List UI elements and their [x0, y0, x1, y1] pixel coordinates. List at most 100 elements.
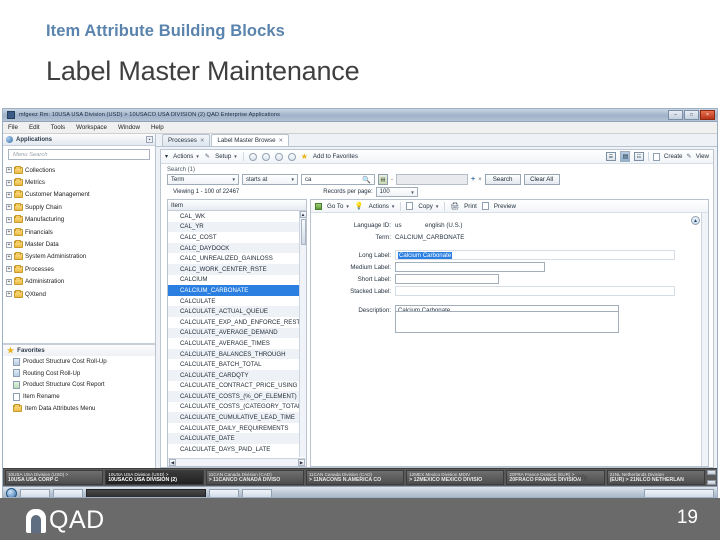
nav-last-button[interactable] [287, 152, 296, 161]
table-row[interactable]: CALC_WORK_CENTER_RSTE [168, 263, 306, 275]
expander-icon[interactable]: + [6, 216, 12, 223]
table-row[interactable]: CAL_WK [168, 211, 306, 222]
tree-item-financials[interactable]: + Financials [6, 226, 155, 238]
menu-help[interactable]: Help [151, 124, 164, 131]
detail-vertical-scrollbar[interactable] [701, 213, 708, 466]
maximize-button[interactable]: □ [684, 110, 699, 120]
clear-all-button[interactable]: Clear All [523, 174, 560, 185]
menu-tools[interactable]: Tools [51, 124, 65, 131]
table-row[interactable]: CALC_COST [168, 232, 306, 243]
domain-status-bar[interactable]: 10USA USA Division (USD) > 10USA USA COR… [3, 468, 717, 486]
table-row[interactable]: CALCULATE_COSTS_(%_OF_ELEMENT) [168, 391, 306, 402]
scroll-right-icon[interactable]: ▶ [298, 459, 305, 466]
menu-workspace[interactable]: Workspace [76, 124, 107, 131]
table-row[interactable]: CALCULATE [168, 295, 306, 307]
table-row[interactable]: CALCULATE_CONTRACT_PRICE_USING [168, 380, 306, 392]
browse-toolbar[interactable]: ▾ Actions ▼ ✎ Setup ▼ ★ Add to Favorites… [161, 150, 713, 164]
expander-icon[interactable]: + [6, 229, 12, 236]
expander-icon[interactable]: + [6, 291, 12, 298]
table-row-selected[interactable]: CALCIUM_CARBONATE [168, 285, 306, 296]
tree-item-metrics[interactable]: + Metrics [6, 176, 155, 188]
actions-menu[interactable]: Actions ▼ [173, 153, 200, 160]
table-row[interactable]: CALC_DAYDOCK [168, 242, 306, 254]
status-scroll-buttons[interactable] [707, 470, 716, 485]
nav-next-button[interactable] [274, 152, 283, 161]
scroll-left-icon[interactable]: ◀ [169, 459, 176, 466]
medium-label-input[interactable] [395, 261, 545, 273]
table-row[interactable]: CALCULATE_EXP_AND_ENFORCE_RESTI [168, 316, 306, 328]
detail-toolbar[interactable]: Go To ▼ 💡 Actions ▼ Copy ▼ 🖨 Print Previ… [311, 200, 708, 213]
preview-button[interactable]: Preview [494, 203, 516, 210]
expander-icon[interactable]: + [6, 204, 12, 211]
expander-icon[interactable]: + [6, 241, 12, 248]
favorite-item[interactable]: Product Structure Cost Report [3, 379, 155, 391]
expander-icon[interactable]: + [6, 167, 12, 174]
table-row[interactable]: CALCULATE_BALANCES_THROUGH [168, 348, 306, 360]
windows-taskbar[interactable] [3, 486, 717, 497]
list-view-icon[interactable]: ☰ [605, 152, 616, 161]
expander-icon[interactable]: + [6, 266, 12, 273]
close-icon[interactable]: ✕ [279, 138, 284, 144]
search-term-input[interactable]: ca 🔍 [301, 174, 375, 185]
table-row[interactable]: CALCULATE_BATCH_TOTAL [168, 359, 306, 370]
domain-tab[interactable]: 11CAN Canada Division (CAD) > 11CANCO CA… [205, 470, 304, 485]
close-button[interactable]: × [700, 110, 715, 120]
copy-menu[interactable]: Copy ▼ [418, 203, 439, 210]
menu-bar[interactable]: File Edit Tools Workspace Window Help [3, 122, 717, 134]
add-to-favorites-button[interactable]: Add to Favorites [313, 153, 358, 160]
collapse-icon[interactable]: ▲ [691, 216, 700, 225]
window-controls[interactable]: – □ × [668, 110, 715, 120]
expander-icon[interactable]: + [6, 191, 12, 198]
create-button[interactable]: Create [664, 153, 683, 160]
taskbar-button[interactable] [242, 488, 272, 497]
scroll-up-icon[interactable] [707, 470, 716, 475]
tray-item[interactable] [644, 488, 714, 497]
menu-search-input[interactable]: Menu Search [8, 149, 150, 160]
item-column-header[interactable]: Item [168, 200, 306, 211]
open-button[interactable]: View [696, 153, 709, 160]
menu-file[interactable]: File [8, 124, 18, 131]
pencil-icon[interactable]: ✎ [205, 153, 210, 160]
tree-item-processes[interactable]: + Processes [6, 263, 155, 275]
stacked-label-input[interactable] [395, 285, 675, 297]
tab-processes[interactable]: Processes ✕ [162, 134, 211, 146]
start-button-icon[interactable] [6, 488, 17, 497]
search-icon[interactable]: 🔍 [362, 176, 371, 184]
table-row[interactable]: CALCULATE_CUMULATIVE_LEAD_TIME [168, 412, 306, 423]
short-label-input[interactable] [395, 273, 499, 285]
tree-item-customer-management[interactable]: + Customer Management [6, 189, 155, 201]
pin-icon[interactable]: ▪ [146, 136, 153, 143]
tree-item-manufacturing[interactable]: + Manufacturing [6, 214, 155, 226]
records-per-page-select[interactable]: 100 ▼ [375, 187, 418, 197]
scroll-down-icon[interactable] [707, 480, 716, 485]
taskbar-button-active[interactable] [86, 488, 206, 497]
domain-tab[interactable]: 10USA USA Division (USD) > 10USA USA COR… [5, 470, 104, 485]
domain-tab[interactable]: 21NL Netherlands Division (EUR) > 21NLCO… [606, 470, 705, 485]
search-secondary-input[interactable] [396, 174, 468, 185]
table-row[interactable]: CALC_UNREALIZED_GAINLOSS [168, 253, 306, 264]
table-row[interactable]: CAL_YR [168, 221, 306, 233]
list-horizontal-scrollbar[interactable]: ◀ ▶ [168, 458, 306, 466]
nav-first-button[interactable] [248, 152, 257, 161]
table-row[interactable]: CALCULATE_COSTS_(CATEGORY_TOTAL [168, 401, 306, 413]
search-button[interactable]: Search [484, 174, 521, 185]
list-vertical-scrollbar[interactable]: ▲ [299, 211, 307, 457]
search-operator-select[interactable]: starts at ▼ [242, 174, 298, 185]
split-view-icon[interactable]: ▤ [619, 151, 630, 162]
domain-tab[interactable]: 11CAN Canada Division (CAD) > 11NACONS N… [305, 470, 405, 485]
taskbar-button[interactable] [209, 488, 239, 497]
search-field-select[interactable]: Term ▼ [167, 174, 239, 185]
grid-view-icon[interactable]: ☷ [633, 152, 644, 161]
print-button[interactable]: Print [464, 203, 477, 210]
table-row[interactable]: CALCULATE_AVERAGE_DEMAND [168, 327, 306, 339]
table-row[interactable]: CALCULATE_DAILY_REQUIREMENTS [168, 422, 306, 434]
table-row[interactable]: CALCULATE_AVERAGE_TIMES [168, 338, 306, 349]
remove-criteria-icon[interactable]: × [478, 177, 482, 183]
setup-menu[interactable]: Setup ▼ [215, 153, 238, 160]
goto-menu[interactable]: Go To ▼ [327, 203, 350, 210]
detail-actions-menu[interactable]: Actions ▼ [369, 203, 396, 210]
menu-window[interactable]: Window [118, 124, 140, 131]
table-row[interactable]: CALCULATE_DATE [168, 433, 306, 445]
tree-item-supply-chain[interactable]: + Supply Chain [6, 201, 155, 213]
taskbar-button[interactable] [20, 488, 50, 497]
